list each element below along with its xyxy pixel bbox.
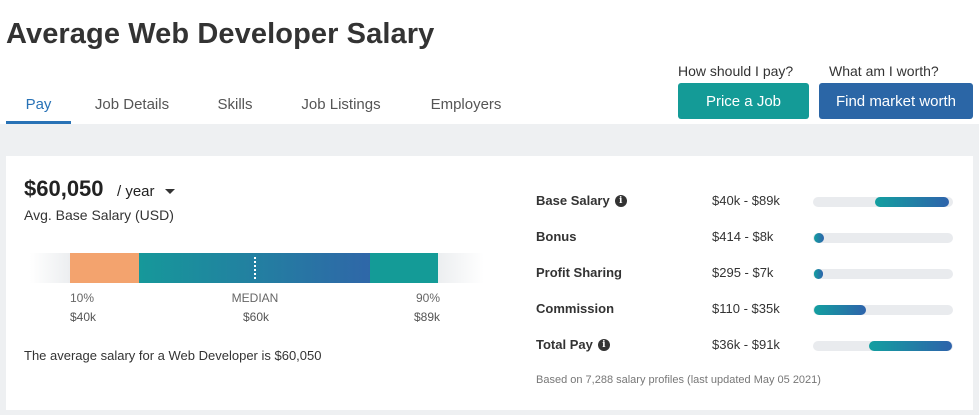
salary-subtitle: Avg. Base Salary (USD) <box>24 207 174 223</box>
salary-amount: $60,050 <box>24 176 104 201</box>
comp-row-profit-sharing: Profit Sharing $295 - $7k <box>536 265 956 285</box>
comp-range: $295 - $7k <box>712 265 774 280</box>
range-bar-fade-right <box>438 253 484 283</box>
comp-range-track <box>813 269 953 279</box>
comp-range: $36k - $91k <box>712 337 780 352</box>
tab-job-listings[interactable]: Job Listings <box>295 86 387 124</box>
median-marker <box>254 257 256 279</box>
range-segment-high <box>370 253 439 283</box>
p10-value: $40k <box>70 310 97 324</box>
range-bar-fade-left <box>30 253 70 283</box>
pay-question-label: How should I pay? <box>678 63 794 79</box>
tab-skills[interactable]: Skills <box>215 86 255 124</box>
comp-range: $110 - $35k <box>712 301 780 316</box>
price-a-job-button[interactable]: Price a Job <box>678 83 809 119</box>
comp-label: Profit Sharing <box>536 265 622 280</box>
comp-range: $414 - $8k <box>712 229 774 244</box>
p10-label: 10% <box>70 291 95 305</box>
comp-range-track <box>813 233 953 243</box>
comp-label: Bonus <box>536 229 577 244</box>
salary-range-bar <box>30 253 484 283</box>
tab-employers[interactable]: Employers <box>425 86 507 124</box>
tab-bar: Pay Job Details Skills Job Listings Empl… <box>6 86 507 124</box>
comp-range-fill <box>814 305 867 315</box>
median-value: $60k <box>242 310 270 324</box>
p90-label: 90% <box>415 291 440 305</box>
comp-range-track <box>813 305 953 315</box>
comp-label: Base Salary <box>536 193 610 208</box>
tab-pay[interactable]: Pay <box>6 86 71 124</box>
caret-down-icon <box>164 189 175 194</box>
comp-row-bonus: Bonus $414 - $8k <box>536 229 956 249</box>
comp-row-base-salary: Base Salary i $40k - $89k <box>536 193 956 213</box>
page-title: Average Web Developer Salary <box>6 18 435 50</box>
comp-range-fill <box>874 197 949 207</box>
comp-row-total-pay: Total Pay i $36k - $91k <box>536 337 956 357</box>
median-label: MEDIAN <box>231 291 279 305</box>
pay-period-label: / year <box>117 183 155 200</box>
comp-row-commission: Commission $110 - $35k <box>536 301 956 321</box>
comp-range-fill <box>814 269 823 279</box>
pay-period-dropdown[interactable]: / year <box>117 183 175 200</box>
info-icon[interactable]: i <box>597 338 610 351</box>
worth-question-label: What am I worth? <box>829 63 939 79</box>
comp-range-fill <box>814 233 825 243</box>
info-icon[interactable]: i <box>614 194 627 207</box>
comp-label: Commission <box>536 301 615 316</box>
range-segment-low <box>70 253 139 283</box>
comp-range: $40k - $89k <box>712 193 780 208</box>
comp-range-track <box>813 197 953 207</box>
comp-label: Total Pay <box>536 337 593 352</box>
data-source-footnote: Based on 7,288 salary profiles (last upd… <box>536 374 821 386</box>
p90-value: $89k <box>413 310 440 324</box>
comp-range-fill <box>869 341 952 351</box>
comp-range-track <box>813 341 953 351</box>
tab-job-details[interactable]: Job Details <box>91 86 173 124</box>
average-salary-sentence: The average salary for a Web Developer i… <box>24 348 322 363</box>
find-market-worth-button[interactable]: Find market worth <box>819 83 973 119</box>
